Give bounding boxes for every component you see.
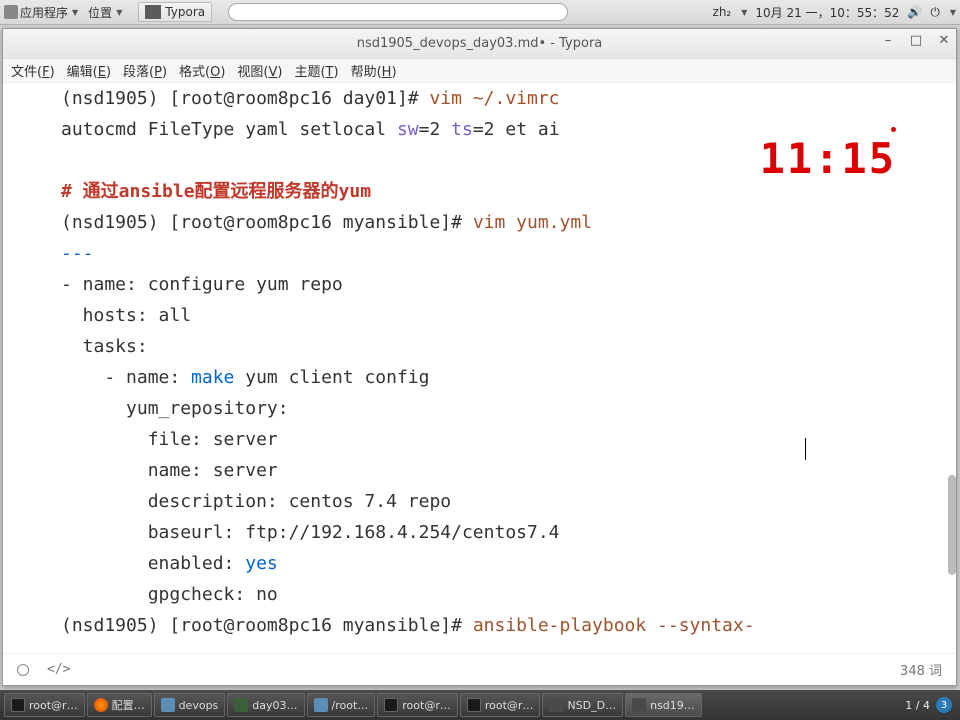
pycharm-icon — [234, 698, 248, 712]
typora-icon — [549, 698, 563, 712]
apps-label: 应用程序 — [20, 4, 68, 21]
firefox-icon — [94, 698, 108, 712]
titlebar[interactable]: nsd1905_devops_day03.md• - Typora – □ ✕ — [3, 29, 956, 59]
window-list-typora[interactable]: Typora — [138, 2, 212, 22]
scrollbar-thumb[interactable] — [948, 475, 956, 575]
apps-icon — [4, 5, 18, 19]
typora-thumb-icon — [145, 5, 161, 19]
gnome-top-panel: 应用程序 ▼ 位置 ▼ Typora zh₂ ▼ 10月 21 一，10：55：52 … — [0, 0, 960, 25]
task-label: root@r… — [485, 699, 534, 712]
window-controls: – □ ✕ — [880, 33, 952, 48]
code-line: - name: configure yum repo — [61, 269, 898, 300]
task-firefox[interactable]: 配置… — [87, 693, 152, 717]
window-title: nsd1905_devops_day03.md• - Typora — [357, 36, 603, 51]
statusbar: </> 348 词 — [3, 653, 956, 685]
task-label: root@r… — [29, 699, 78, 712]
menu-theme[interactable]: 主题(T) — [290, 59, 342, 82]
code-line: tasks: — [61, 331, 898, 362]
code-line: description: centos 7.4 repo — [61, 486, 898, 517]
source-mode-button[interactable]: </> — [47, 662, 70, 677]
menu-view[interactable]: 视图(V) — [233, 59, 286, 82]
code-line: name: server — [61, 455, 898, 486]
word-count[interactable]: 348 词 — [900, 660, 942, 679]
volume-icon[interactable]: 🔊 — [907, 5, 922, 19]
code-line: --- — [61, 238, 898, 269]
task-label: /root… — [332, 699, 369, 712]
input-method[interactable]: zh₂ — [713, 5, 732, 19]
chevron-down-icon: ▼ — [741, 8, 747, 17]
menu-help[interactable]: 帮助(H) — [347, 59, 401, 82]
menubar: 文件(F) 编辑(E) 段落(P) 格式(O) 视图(V) 主题(T) 帮助(H… — [3, 59, 956, 83]
menu-paragraph[interactable]: 段落(P) — [119, 59, 171, 82]
task-label: NSD_D… — [567, 699, 616, 712]
chevron-down-icon: ▼ — [950, 8, 956, 17]
terminal-icon — [11, 698, 25, 712]
code-line: (nsd1905) [root@room8pc16 myansible]# vi… — [61, 207, 898, 238]
code-line: gpgcheck: no — [61, 579, 898, 610]
task-typora-active[interactable]: nsd19… — [625, 693, 702, 717]
applications-menu[interactable]: 应用程序 ▼ — [4, 4, 78, 21]
time-annotation: 11:15 — [760, 143, 896, 174]
folder-icon — [314, 698, 328, 712]
code-line: (nsd1905) [root@room8pc16 day01]# vim ~/… — [61, 83, 898, 114]
task-label: root@r… — [402, 699, 451, 712]
menu-format[interactable]: 格式(O) — [175, 59, 229, 82]
code-line: hosts: all — [61, 300, 898, 331]
task-label: nsd19… — [650, 699, 695, 712]
typora-icon — [632, 698, 646, 712]
code-line: enabled: yes — [61, 548, 898, 579]
task-pycharm[interactable]: day03… — [227, 693, 304, 717]
editor-area[interactable]: 11:15 (nsd1905) [root@room8pc16 day01]# … — [3, 83, 956, 653]
clock[interactable]: 10月 21 一，10：55：52 — [755, 4, 899, 21]
folder-icon — [161, 698, 175, 712]
task-label: devops — [179, 699, 219, 712]
task-typora-nsd[interactable]: NSD_D… — [542, 693, 623, 717]
address-bar[interactable] — [228, 3, 568, 21]
task-terminal-3[interactable]: root@r… — [460, 693, 541, 717]
text-cursor-icon — [805, 438, 806, 460]
minimize-button[interactable]: – — [880, 33, 896, 48]
power-icon[interactable]: ⏻ — [930, 5, 940, 20]
task-terminal-1[interactable]: root@r… — [4, 693, 85, 717]
code-line: - name: make yum client config — [61, 362, 898, 393]
chevron-down-icon: ▼ — [72, 8, 78, 17]
code-line: baseurl: ftp://192.168.4.254/centos7.4 — [61, 517, 898, 548]
terminal-icon — [467, 698, 481, 712]
task-terminal-2[interactable]: root@r… — [377, 693, 458, 717]
top-right: zh₂ ▼ 10月 21 一，10：55：52 🔊 ⏻ ▼ — [713, 4, 956, 21]
code-line: file: server — [61, 424, 898, 455]
annotation-dot — [891, 127, 896, 132]
task-label: 配置… — [112, 697, 145, 713]
task-files-root[interactable]: /root… — [307, 693, 376, 717]
top-left: 应用程序 ▼ 位置 ▼ Typora — [4, 2, 568, 22]
typora-window: nsd1905_devops_day03.md• - Typora – □ ✕ … — [2, 28, 957, 686]
menu-edit[interactable]: 编辑(E) — [63, 59, 115, 82]
taskbar-right: 1 / 4 3 — [905, 697, 956, 713]
places-label: 位置 — [88, 4, 112, 21]
workspace-indicator[interactable]: 1 / 4 — [905, 699, 930, 712]
bottom-taskbar: root@r… 配置… devops day03… /root… root@r…… — [0, 690, 960, 720]
task-files-devops[interactable]: devops — [154, 693, 226, 717]
task-label: day03… — [252, 699, 297, 712]
typora-tab-label: Typora — [165, 5, 205, 19]
places-menu[interactable]: 位置 ▼ — [88, 4, 122, 21]
maximize-button[interactable]: □ — [908, 33, 924, 48]
workspace-badge[interactable]: 3 — [936, 697, 952, 713]
code-line: yum_repository: — [61, 393, 898, 424]
menu-file[interactable]: 文件(F) — [7, 59, 59, 82]
outline-toggle-icon[interactable] — [17, 664, 29, 676]
chevron-down-icon: ▼ — [116, 8, 122, 17]
code-line: (nsd1905) [root@room8pc16 myansible]# an… — [61, 610, 898, 641]
close-button[interactable]: ✕ — [936, 33, 952, 48]
terminal-icon — [384, 698, 398, 712]
